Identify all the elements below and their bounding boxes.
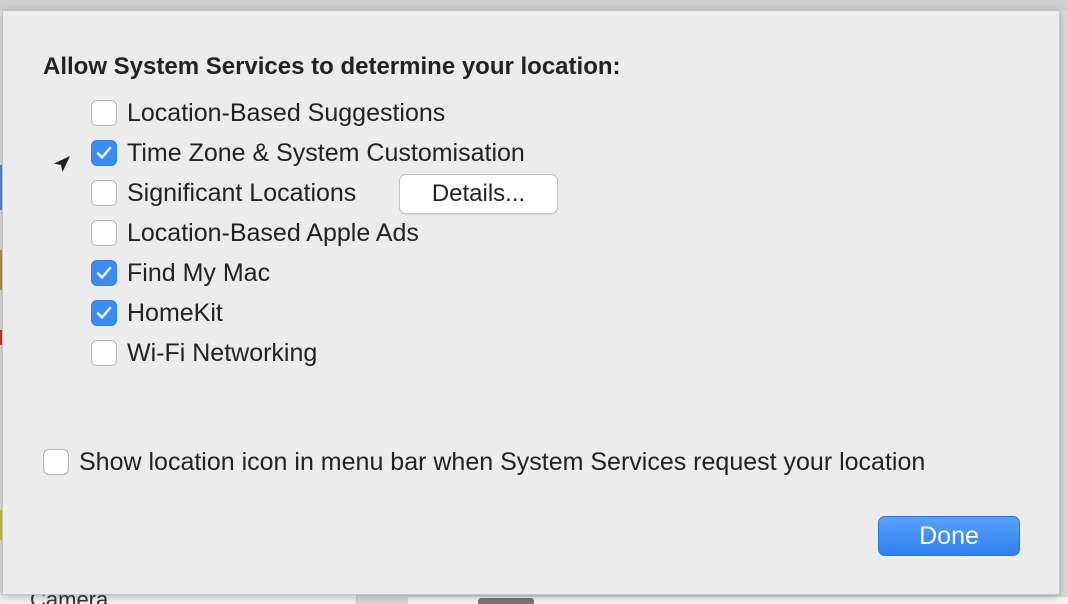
option-time-zone[interactable]: Time Zone & System Customisation — [91, 137, 525, 169]
option-label: Show location icon in menu bar when Syst… — [79, 447, 926, 476]
option-significant-locations[interactable]: Significant Locations — [91, 177, 356, 209]
option-location-suggestions[interactable]: Location-Based Suggestions — [91, 97, 445, 129]
option-label: Find My Mac — [127, 258, 271, 287]
checkbox-wifi-networking[interactable] — [91, 340, 117, 366]
done-button[interactable]: Done — [878, 516, 1020, 556]
checkbox-find-my-mac[interactable] — [91, 260, 117, 286]
checkbox-show-menu-bar-icon[interactable] — [43, 449, 69, 475]
details-button[interactable]: Details... — [399, 174, 558, 214]
option-label: HomeKit — [127, 298, 223, 327]
checkmark-icon — [96, 146, 112, 159]
sheet-heading: Allow System Services to determine your … — [43, 53, 621, 80]
background-window-top — [0, 0, 1068, 10]
checkbox-time-zone[interactable] — [91, 140, 117, 166]
option-show-menu-bar-icon[interactable]: Show location icon in menu bar when Syst… — [43, 446, 925, 478]
checkbox-significant-locations[interactable] — [91, 180, 117, 206]
option-apple-ads[interactable]: Location-Based Apple Ads — [91, 217, 419, 249]
background-sidebar: Camera — [0, 595, 357, 604]
location-arrow-icon — [54, 156, 70, 172]
option-wifi-networking[interactable]: Wi-Fi Networking — [91, 337, 317, 369]
checkbox-homekit[interactable] — [91, 300, 117, 326]
option-label: Location-Based Suggestions — [127, 98, 446, 127]
option-label: Significant Locations — [127, 178, 357, 207]
option-label: Wi-Fi Networking — [127, 338, 318, 367]
checkbox-apple-ads[interactable] — [91, 220, 117, 246]
background-control — [478, 598, 534, 604]
option-homekit[interactable]: HomeKit — [91, 297, 223, 329]
checkmark-icon — [96, 306, 112, 319]
checkbox-location-suggestions[interactable] — [91, 100, 117, 126]
option-label: Time Zone & System Customisation — [127, 138, 525, 167]
sidebar-item-camera[interactable]: Camera — [30, 595, 108, 604]
system-services-sheet: Allow System Services to determine your … — [2, 10, 1060, 595]
checkmark-icon — [96, 266, 112, 279]
option-label: Location-Based Apple Ads — [127, 218, 419, 247]
option-find-my-mac[interactable]: Find My Mac — [91, 257, 270, 289]
